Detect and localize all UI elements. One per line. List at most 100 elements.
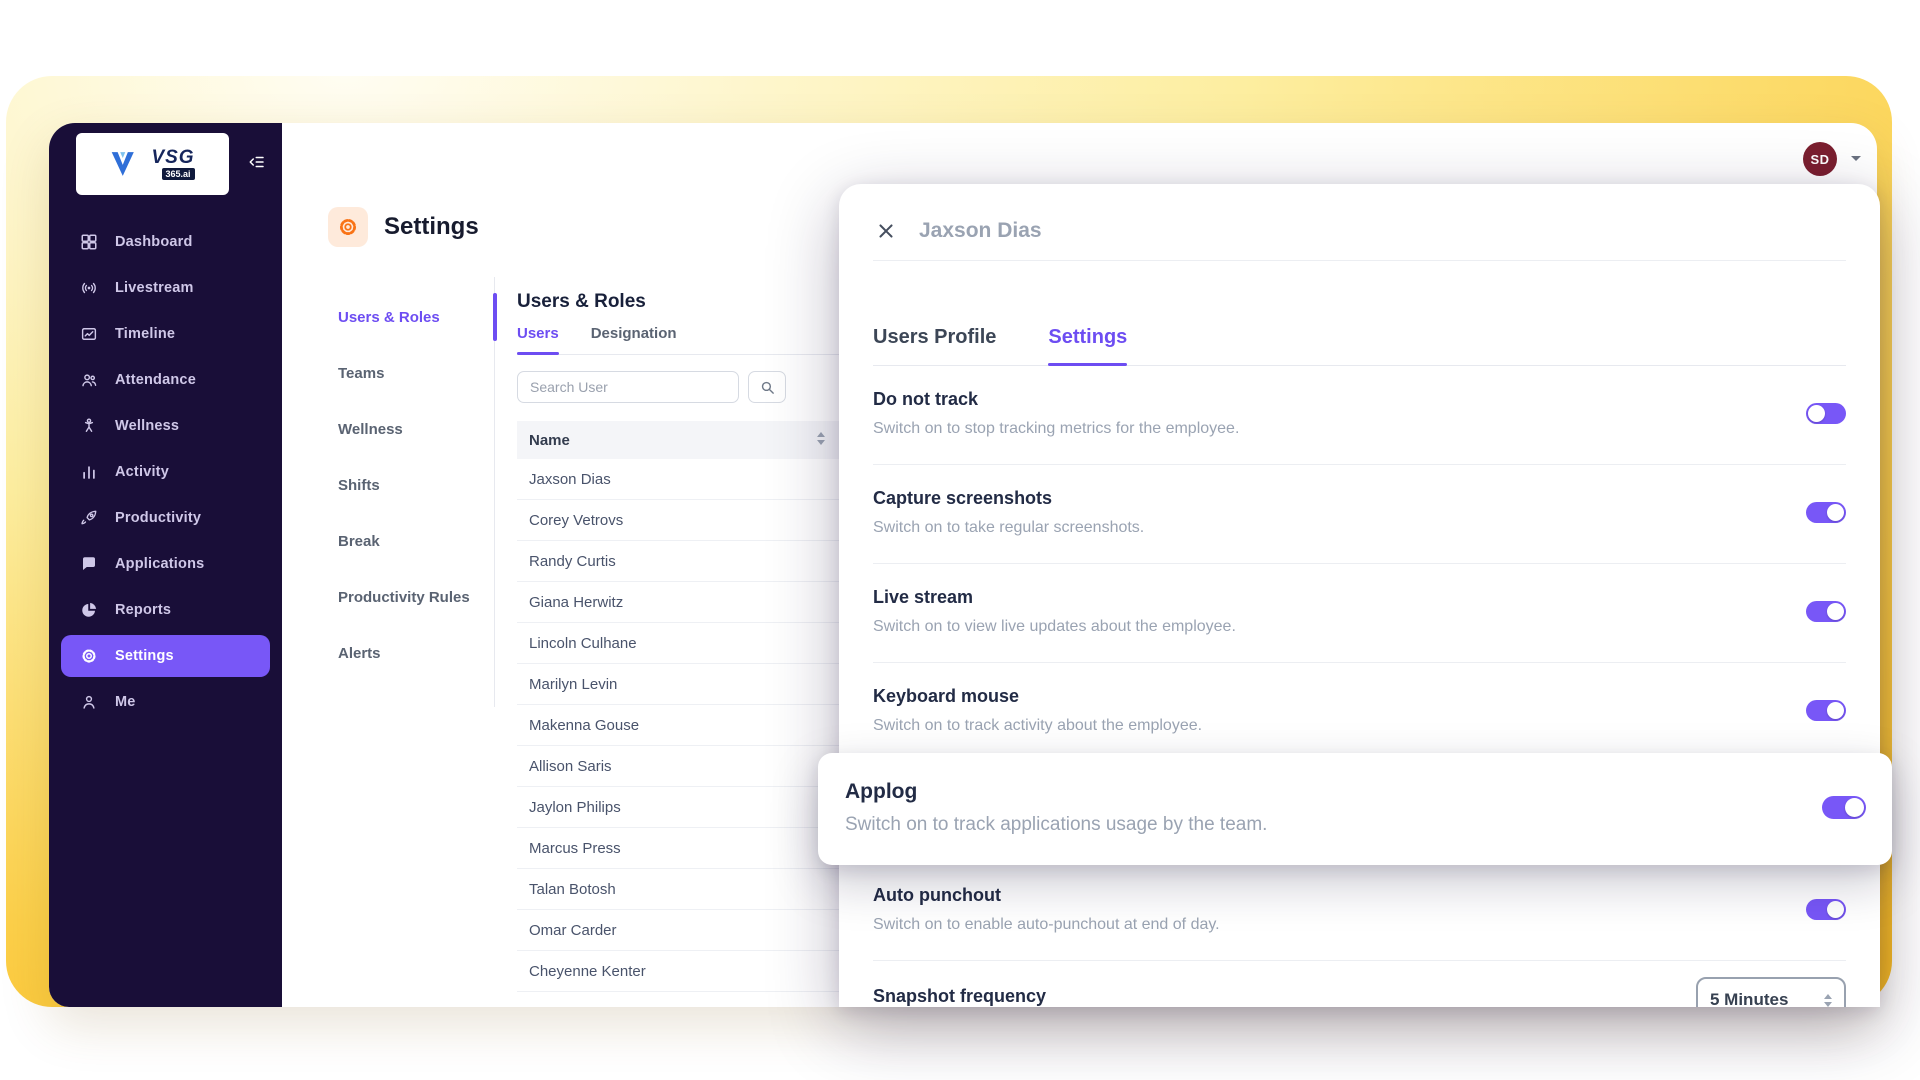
logo-brand-text: VSG xyxy=(151,147,195,168)
drawer-header: Jaxson Dias xyxy=(873,184,1846,261)
setting-subtitle: Switch on to enable auto-punchout at end… xyxy=(873,916,1220,933)
close-drawer-button[interactable] xyxy=(873,218,899,244)
keyboard-mouse-toggle[interactable] xyxy=(1806,699,1846,721)
sidebar-item-label: Productivity xyxy=(115,510,202,526)
setting-row-capture-screenshots: Capture screenshots Switch on to take re… xyxy=(873,465,1846,564)
dropdown-caret-icon xyxy=(1824,993,1832,1007)
applog-floating-card: Applog Switch on to track applications u… xyxy=(818,753,1892,865)
collapse-sidebar-button[interactable] xyxy=(244,149,270,175)
activity-icon xyxy=(79,462,99,482)
sidebar-item-me[interactable]: Me xyxy=(49,679,282,725)
setting-subtitle: Switch on to track activity about the em… xyxy=(873,717,1203,734)
setting-row-keyboard-mouse: Keyboard mouse Switch on to track activi… xyxy=(873,663,1846,762)
tab-settings[interactable]: Settings xyxy=(1048,326,1127,366)
tab-users[interactable]: Users xyxy=(517,325,559,355)
setting-title: Snapshot frequency xyxy=(873,986,1047,1006)
search-button[interactable] xyxy=(748,371,786,403)
sidebar-item-label: Reports xyxy=(115,602,172,618)
sidebar-item-livestream[interactable]: Livestream xyxy=(49,265,282,311)
drawer-title: Jaxson Dias xyxy=(919,219,1042,242)
subnav-item-users-roles[interactable]: Users & Roles xyxy=(338,289,494,345)
auto-punchout-toggle[interactable] xyxy=(1806,898,1846,920)
settings-subnav: Users & Roles Teams Wellness Shifts Brea… xyxy=(338,277,497,707)
me-icon xyxy=(79,692,99,712)
snapshot-frequency-dropdown[interactable]: 5 Minutes xyxy=(1696,977,1846,1007)
applog-toggle[interactable] xyxy=(1822,795,1866,819)
setting-texts: Auto punchout Switch on to enable auto-p… xyxy=(873,884,1220,934)
setting-subtitle: Switch on to take regular screenshots. xyxy=(873,519,1145,536)
settings-page-gear-icon xyxy=(328,207,368,247)
setting-title: Applog xyxy=(845,779,918,803)
sidebar-item-applications[interactable]: Applications xyxy=(49,541,282,587)
sidebar-item-wellness[interactable]: Wellness xyxy=(49,403,282,449)
sort-icon[interactable] xyxy=(817,432,825,445)
subnav-item-shifts[interactable]: Shifts xyxy=(338,457,494,513)
active-subnav-indicator xyxy=(492,293,497,341)
user-settings-drawer: Jaxson Dias Users Profile Settings Do no… xyxy=(839,184,1880,1007)
subnav-item-teams[interactable]: Teams xyxy=(338,345,494,401)
close-icon xyxy=(879,224,893,238)
dashboard-icon xyxy=(79,232,99,252)
tab-users-profile[interactable]: Users Profile xyxy=(873,326,996,349)
livestream-icon xyxy=(79,278,99,298)
setting-subtitle: Switch on to view live updates about the… xyxy=(873,618,1236,635)
drawer-tabs: Users Profile Settings xyxy=(873,326,1846,366)
settings-gear-icon xyxy=(79,646,99,666)
sidebar-item-dashboard[interactable]: Dashboard xyxy=(49,219,282,265)
setting-subtitle: Switch on to track applications usage by… xyxy=(845,813,1268,835)
vsg-logo-text: VSG 365.ai xyxy=(151,147,195,180)
productivity-icon xyxy=(79,508,99,528)
setting-texts: Live stream Switch on to view live updat… xyxy=(873,586,1236,636)
subnav-item-break[interactable]: Break xyxy=(338,513,494,569)
subnav-item-alerts[interactable]: Alerts xyxy=(338,625,494,681)
setting-texts: Do not track Switch on to stop tracking … xyxy=(873,388,1239,438)
sidebar: VSG 365.ai Dashboard Livestream Timeline… xyxy=(49,123,282,1007)
setting-title: Keyboard mouse xyxy=(873,686,1020,706)
search-icon xyxy=(761,381,774,394)
tab-designation[interactable]: Designation xyxy=(591,325,677,342)
do-not-track-toggle[interactable] xyxy=(1806,402,1846,424)
setting-title: Auto punchout xyxy=(873,885,1001,905)
timeline-icon xyxy=(79,324,99,344)
setting-row-snapshot-frequency: Snapshot frequency 5 Minutes xyxy=(873,961,1846,1007)
sidebar-item-label: Applications xyxy=(115,556,205,572)
applications-icon xyxy=(79,554,99,574)
sidebar-item-label: Attendance xyxy=(115,372,196,388)
sidebar-item-settings[interactable]: Settings xyxy=(61,635,270,677)
dropdown-value: 5 Minutes xyxy=(1710,990,1789,1007)
sidebar-menu: Dashboard Livestream Timeline Attendance… xyxy=(49,219,282,725)
vsg-logo-mark xyxy=(112,152,135,176)
wellness-icon xyxy=(79,416,99,436)
sidebar-item-label: Me xyxy=(115,694,136,710)
collapse-sidebar-icon xyxy=(249,156,264,168)
topbar: SD xyxy=(282,123,1877,193)
sidebar-item-label: Settings xyxy=(115,648,174,664)
sidebar-item-timeline[interactable]: Timeline xyxy=(49,311,282,357)
reports-icon xyxy=(79,600,99,620)
vsg-logo: VSG 365.ai xyxy=(76,133,229,195)
user-avatar[interactable]: SD xyxy=(1803,142,1837,176)
sidebar-item-productivity[interactable]: Productivity xyxy=(49,495,282,541)
sidebar-item-label: Activity xyxy=(115,464,169,480)
search-user-input[interactable] xyxy=(517,371,739,403)
logo-suffix-text: 365.ai xyxy=(161,168,195,180)
capture-screenshots-toggle[interactable] xyxy=(1806,501,1846,523)
setting-subtitle: Switch on to stop tracking metrics for t… xyxy=(873,420,1240,437)
sidebar-item-label: Livestream xyxy=(115,280,194,296)
avatar-caret-down-icon[interactable] xyxy=(1851,156,1861,166)
setting-title: Live stream xyxy=(873,587,974,607)
setting-texts: Capture screenshots Switch on to take re… xyxy=(873,487,1144,537)
setting-row-live-stream: Live stream Switch on to view live updat… xyxy=(873,564,1846,663)
setting-row-auto-punchout: Auto punchout Switch on to enable auto-p… xyxy=(873,862,1846,961)
setting-texts: Keyboard mouse Switch on to track activi… xyxy=(873,685,1202,735)
sidebar-item-reports[interactable]: Reports xyxy=(49,587,282,633)
sidebar-item-label: Timeline xyxy=(115,326,176,342)
subnav-item-productivity-rules[interactable]: Productivity Rules xyxy=(338,569,494,625)
setting-title: Do not track xyxy=(873,389,979,409)
live-stream-toggle[interactable] xyxy=(1806,600,1846,622)
subnav-item-wellness[interactable]: Wellness xyxy=(338,401,494,457)
setting-title: Capture screenshots xyxy=(873,488,1053,508)
attendance-icon xyxy=(79,370,99,390)
sidebar-item-attendance[interactable]: Attendance xyxy=(49,357,282,403)
sidebar-item-activity[interactable]: Activity xyxy=(49,449,282,495)
